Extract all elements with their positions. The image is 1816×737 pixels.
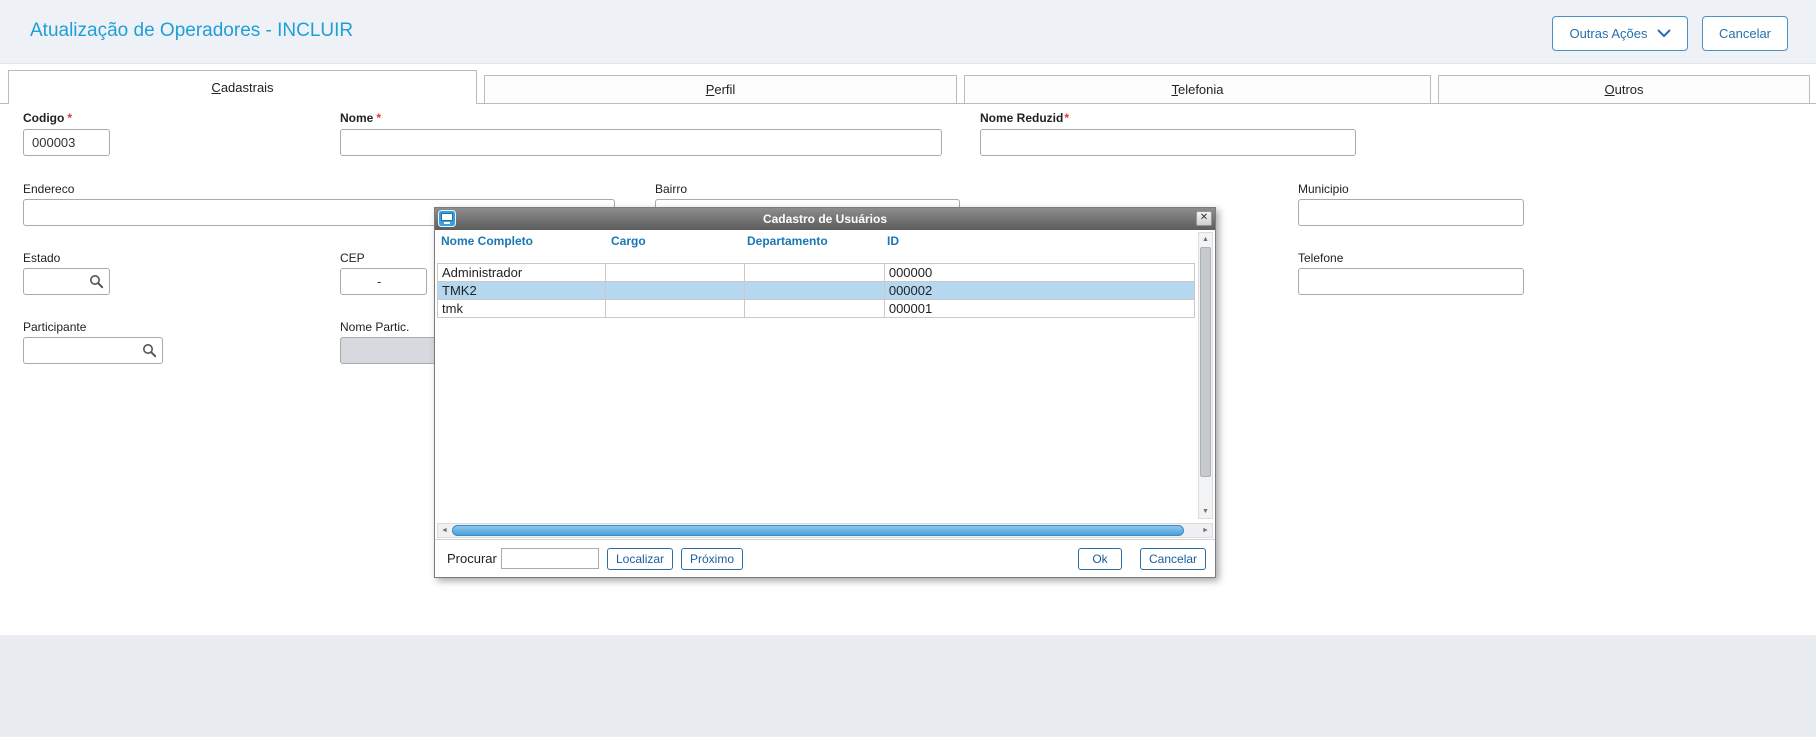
user-cell bbox=[745, 300, 885, 317]
user-row[interactable]: TMK2 000002 bbox=[437, 281, 1195, 300]
column-header-id[interactable]: ID bbox=[887, 234, 899, 248]
close-icon[interactable]: ✕ bbox=[1196, 211, 1212, 226]
procurar-label: Procurar bbox=[447, 551, 497, 566]
outras-acoes-button[interactable]: Outras Ações bbox=[1552, 16, 1688, 51]
tab-perfil-label: Perfil bbox=[705, 82, 736, 97]
user-cell bbox=[745, 282, 885, 299]
user-cell: Administrador bbox=[438, 264, 606, 281]
required-marker: * bbox=[1064, 111, 1070, 125]
localizar-button[interactable]: Localizar bbox=[607, 548, 674, 570]
page-title: Atualização de Operadores - INCLUIR bbox=[30, 20, 354, 41]
user-cell bbox=[606, 264, 746, 281]
municipio-input[interactable] bbox=[1298, 199, 1524, 226]
participante-label: Participante bbox=[23, 320, 87, 334]
user-table: Nome Completo Cargo Departamento ID Admi… bbox=[435, 230, 1215, 521]
required-marker: * bbox=[376, 111, 382, 125]
dialog-footer: Procurar Localizar Próximo Ok Cancelar bbox=[435, 539, 1215, 577]
user-cell: TMK2 bbox=[438, 282, 606, 299]
page-footer bbox=[0, 635, 1816, 737]
dialog-cancelar-button[interactable]: Cancelar bbox=[1140, 548, 1207, 570]
tab-cadastrais[interactable]: Cadastrais bbox=[8, 70, 477, 104]
tab-outros[interactable]: Outros bbox=[1438, 75, 1810, 104]
codigo-label: Codigo * bbox=[23, 111, 72, 125]
scroll-right-icon[interactable]: ► bbox=[1199, 524, 1212, 537]
nome-reduzido-input[interactable] bbox=[980, 129, 1356, 156]
user-cell: 000002 bbox=[888, 283, 933, 298]
chevron-down-icon bbox=[1657, 26, 1671, 41]
nome-input[interactable] bbox=[340, 129, 942, 156]
horizontal-scrollbar[interactable]: ◄ ► bbox=[437, 523, 1213, 538]
user-table-rows: Administrador 000000 TMK2 000002 tmk 000001 bbox=[437, 263, 1195, 318]
cadastro-usuarios-dialog: Cadastro de Usuários ✕ Nome Completo Car… bbox=[434, 207, 1216, 578]
outras-acoes-label: Outras Ações bbox=[1569, 26, 1648, 41]
user-cell: 000001 bbox=[888, 301, 933, 316]
bairro-label: Bairro bbox=[655, 182, 688, 196]
dialog-titlebar[interactable]: Cadastro de Usuários ✕ bbox=[435, 208, 1215, 230]
column-header-cargo[interactable]: Cargo bbox=[611, 234, 646, 248]
user-row[interactable]: tmk 000001 bbox=[437, 299, 1195, 318]
vertical-scrollbar[interactable]: ▲ ▼ bbox=[1198, 232, 1213, 519]
user-cell bbox=[606, 300, 746, 317]
cep-label: CEP bbox=[340, 251, 365, 265]
nome-reduzido-label: Nome Reduzid* bbox=[980, 111, 1070, 125]
screen: Atualização de Operadores - INCLUIR Outr… bbox=[0, 0, 1816, 737]
user-cell: tmk bbox=[438, 300, 606, 317]
search-icon[interactable] bbox=[142, 343, 157, 358]
dialog-title: Cadastro de Usuários bbox=[762, 212, 888, 226]
participante-lookup bbox=[23, 337, 163, 364]
telefone-input[interactable] bbox=[1298, 268, 1524, 295]
user-cell: 000000 bbox=[888, 265, 933, 280]
scroll-up-icon[interactable]: ▲ bbox=[1199, 233, 1212, 246]
search-icon[interactable] bbox=[89, 274, 104, 289]
horizontal-scroll-thumb[interactable] bbox=[452, 525, 1184, 536]
nome-partic-label: Nome Partic. bbox=[340, 320, 410, 334]
ok-button[interactable]: Ok bbox=[1078, 548, 1122, 570]
tab-cadastrais-label: Cadastrais bbox=[211, 80, 274, 95]
tab-telefonia[interactable]: Telefonia bbox=[964, 75, 1431, 104]
procurar-input[interactable] bbox=[501, 548, 599, 569]
estado-label: Estado bbox=[23, 251, 61, 265]
user-cell bbox=[606, 282, 746, 299]
column-header-departamento[interactable]: Departamento bbox=[747, 234, 828, 248]
cancel-button[interactable]: Cancelar bbox=[1702, 16, 1788, 51]
app-header: Atualização de Operadores - INCLUIR Outr… bbox=[0, 0, 1816, 64]
telefone-label: Telefone bbox=[1298, 251, 1344, 265]
user-cell bbox=[745, 264, 885, 281]
cancel-button-label: Cancelar bbox=[1718, 26, 1772, 41]
user-row[interactable]: Administrador 000000 bbox=[437, 263, 1195, 282]
scroll-down-icon[interactable]: ▼ bbox=[1199, 505, 1212, 518]
required-marker: * bbox=[67, 111, 72, 125]
tab-outros-label: Outros bbox=[1604, 82, 1644, 97]
column-header-nome-completo[interactable]: Nome Completo bbox=[441, 234, 533, 248]
tab-telefonia-label: Telefonia bbox=[1171, 82, 1224, 97]
scroll-left-icon[interactable]: ◄ bbox=[438, 524, 451, 537]
codigo-input[interactable] bbox=[23, 129, 110, 156]
tab-perfil[interactable]: Perfil bbox=[484, 75, 957, 104]
endereco-label: Endereco bbox=[23, 182, 75, 196]
vertical-scroll-thumb[interactable] bbox=[1200, 247, 1211, 477]
municipio-label: Municipio bbox=[1298, 182, 1349, 196]
estado-lookup bbox=[23, 268, 110, 295]
nome-label: Nome * bbox=[340, 111, 382, 125]
cep-input[interactable] bbox=[340, 268, 427, 295]
proximo-button[interactable]: Próximo bbox=[681, 548, 744, 570]
